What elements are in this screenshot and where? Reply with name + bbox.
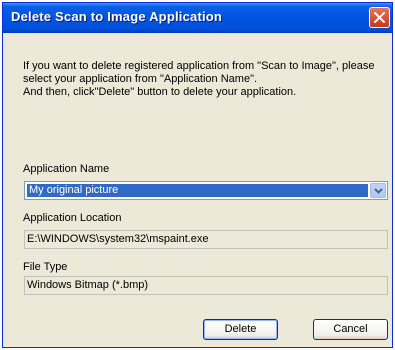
delete-application-dialog: Delete Scan to Image Application If you … bbox=[2, 2, 393, 348]
application-name-label: Application Name bbox=[23, 163, 110, 175]
application-name-selected[interactable]: My original picture bbox=[27, 184, 368, 197]
application-location-field: E:\WINDOWS\system32\mspaint.exe bbox=[24, 230, 388, 249]
title-bar[interactable]: Delete Scan to Image Application bbox=[3, 3, 392, 33]
cancel-button[interactable]: Cancel bbox=[313, 319, 388, 340]
dropdown-button[interactable] bbox=[370, 183, 386, 198]
instructions-line-2: select your application from "Applicatio… bbox=[23, 73, 258, 85]
close-icon bbox=[374, 12, 385, 23]
application-location-label: Application Location bbox=[23, 212, 122, 224]
instructions-text: If you want to delete registered applica… bbox=[23, 60, 383, 99]
delete-button[interactable]: Delete bbox=[203, 319, 278, 340]
close-button[interactable] bbox=[369, 7, 390, 28]
dialog-title: Delete Scan to Image Application bbox=[11, 9, 223, 24]
instructions-line-3: And then, click"Delete" button to delete… bbox=[23, 86, 297, 98]
file-type-field: Windows Bitmap (*.bmp) bbox=[24, 276, 388, 295]
instructions-line-1: If you want to delete registered applica… bbox=[23, 60, 375, 72]
chevron-down-icon bbox=[374, 188, 383, 194]
application-location-value: E:\WINDOWS\system32\mspaint.exe bbox=[27, 233, 209, 245]
file-type-label: File Type bbox=[23, 261, 68, 273]
application-name-dropdown[interactable]: My original picture bbox=[24, 181, 388, 200]
file-type-value: Windows Bitmap (*.bmp) bbox=[27, 279, 149, 291]
